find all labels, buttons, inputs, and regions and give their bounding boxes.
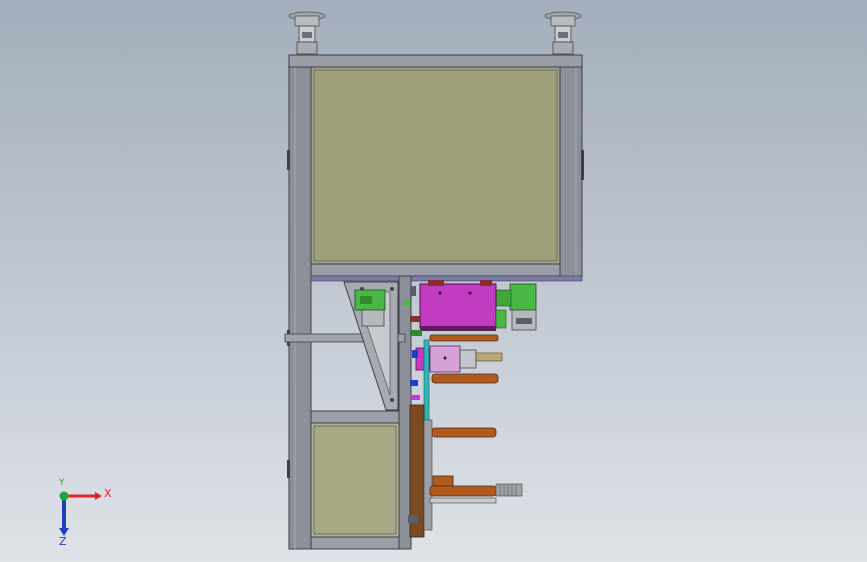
z-axis-label: Z	[59, 535, 67, 548]
leveling-foot-left	[288, 11, 326, 55]
upper-panel	[310, 66, 561, 265]
brown-rod-2	[431, 373, 499, 384]
threaded-rod-assembly	[429, 475, 523, 504]
lower-panel	[310, 422, 400, 538]
brown-rod-1	[429, 334, 499, 342]
3d-viewport[interactable]: X Y Z	[0, 0, 867, 562]
assembly-model[interactable]	[0, 0, 867, 562]
leveling-foot-right	[544, 11, 582, 55]
magenta-cylinder-block	[419, 280, 507, 331]
x-axis-label: X	[104, 487, 112, 500]
y-axis-label: Y	[59, 478, 65, 488]
brown-rod-3	[431, 427, 497, 438]
coordinate-triad-icon: X Y Z	[40, 478, 120, 548]
